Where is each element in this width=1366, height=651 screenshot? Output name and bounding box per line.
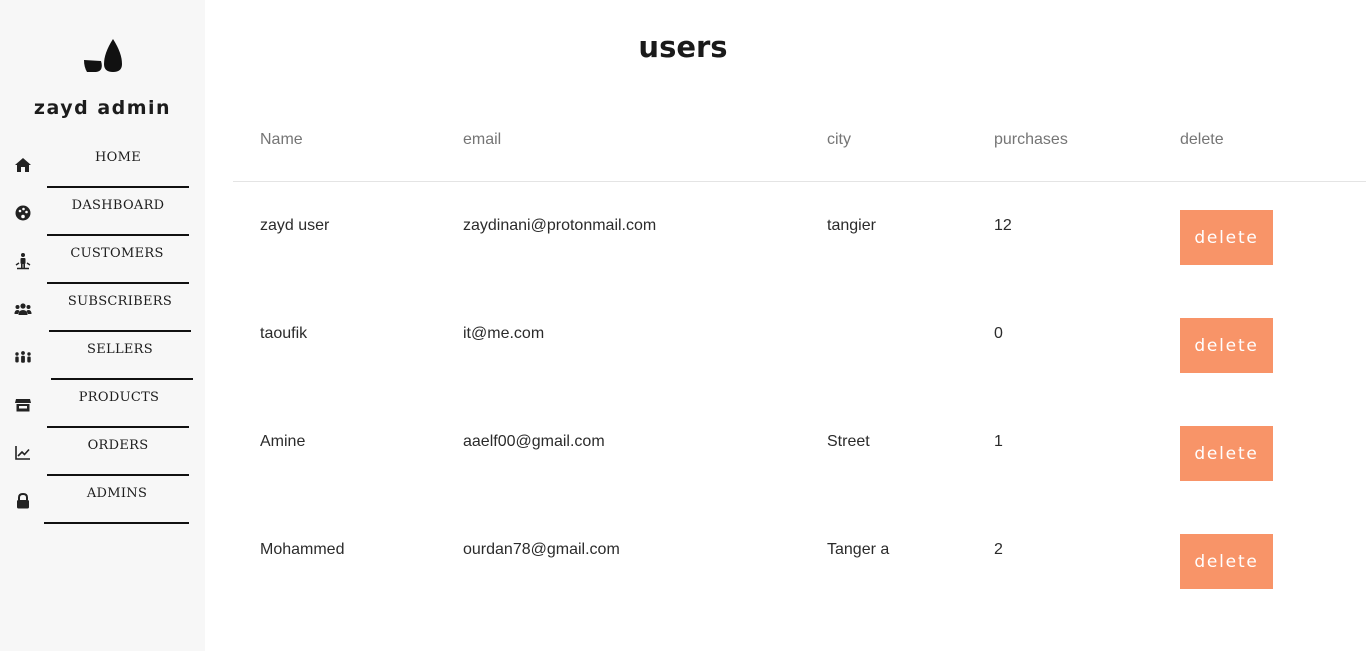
column-header-purchases: purchases — [994, 131, 1068, 148]
cell-name: Mohammed — [260, 541, 345, 558]
nav-item-sellers[interactable]: SELLERS — [0, 332, 205, 380]
table-row: Amine aaelf00@gmail.com Street 1 delete — [233, 398, 1366, 506]
nav-item-dashboard[interactable]: DASHBOARD — [0, 188, 205, 236]
cell-email: aaelf00@gmail.com — [463, 433, 605, 450]
line-chart-icon — [14, 444, 32, 462]
nav-item-admins[interactable]: ADMINS — [0, 476, 205, 524]
cell-city: tangier — [827, 217, 876, 234]
sidebar: zayd admin HOME DASHBOARD CUSTOMERS SUBS… — [0, 0, 205, 651]
users-table: Name email city purchases delete zayd us… — [233, 108, 1366, 614]
column-header-name: Name — [260, 131, 303, 148]
nav-label: PRODUCTS — [78, 390, 160, 405]
lock-icon — [14, 492, 32, 510]
table-row: taoufik it@me.com 0 delete — [233, 290, 1366, 398]
cell-name: taoufik — [260, 325, 308, 342]
nav-item-subscribers[interactable]: SUBSCRIBERS — [0, 284, 205, 332]
cell-name: Amine — [260, 433, 306, 450]
delete-button[interactable]: delete — [1180, 318, 1273, 373]
nav-label: ADMINS — [86, 486, 148, 501]
cell-email: ourdan78@gmail.com — [463, 541, 620, 558]
nav-label: SUBSCRIBERS — [67, 294, 173, 309]
column-header-city: city — [827, 131, 851, 148]
store-icon — [14, 396, 32, 414]
nav-label: CUSTOMERS — [70, 246, 164, 261]
nav-label: DASHBOARD — [71, 198, 165, 213]
nav-label: ORDERS — [87, 438, 149, 453]
cell-email: zaydinani@protonmail.com — [463, 217, 657, 234]
cell-city: Tanger a — [827, 541, 890, 558]
users-icon — [14, 300, 32, 318]
home-icon — [14, 156, 32, 174]
cell-purchases: 1 — [994, 433, 1003, 450]
nav-item-customers[interactable]: CUSTOMERS — [0, 236, 205, 284]
column-header-email: email — [463, 131, 502, 148]
people-group-icon — [14, 348, 32, 366]
cell-city: Street — [827, 433, 870, 450]
table-row: Mohammed ourdan78@gmail.com Tanger a 2 d… — [233, 506, 1366, 614]
cell-email: it@me.com — [463, 325, 545, 342]
brand-name: zayd admin — [33, 97, 172, 119]
nav-item-orders[interactable]: ORDERS — [0, 428, 205, 476]
palette-icon — [14, 204, 32, 222]
nav-item-products[interactable]: PRODUCTS — [0, 380, 205, 428]
cell-purchases: 2 — [994, 541, 1003, 558]
cell-purchases: 0 — [994, 325, 1003, 342]
delete-button[interactable]: delete — [1180, 534, 1273, 589]
nav-item-home[interactable]: HOME — [0, 140, 205, 188]
cell-name: zayd user — [260, 217, 330, 234]
nav-label: SELLERS — [87, 342, 153, 357]
nav-label: HOME — [95, 150, 141, 165]
table-header: Name email city purchases delete — [233, 108, 1366, 182]
cell-purchases: 12 — [994, 217, 1012, 234]
delete-button[interactable]: delete — [1180, 210, 1273, 265]
page-title: users — [638, 30, 728, 64]
nav-divider — [44, 522, 189, 524]
leaf-logo-icon[interactable] — [82, 37, 122, 73]
column-header-delete: delete — [1180, 131, 1224, 148]
sidebar-nav: HOME DASHBOARD CUSTOMERS SUBSCRIBERS SEL… — [0, 140, 205, 524]
table-row: zayd user zaydinani@protonmail.com tangi… — [233, 182, 1366, 290]
delete-button[interactable]: delete — [1180, 426, 1273, 481]
street-view-icon — [14, 252, 32, 270]
